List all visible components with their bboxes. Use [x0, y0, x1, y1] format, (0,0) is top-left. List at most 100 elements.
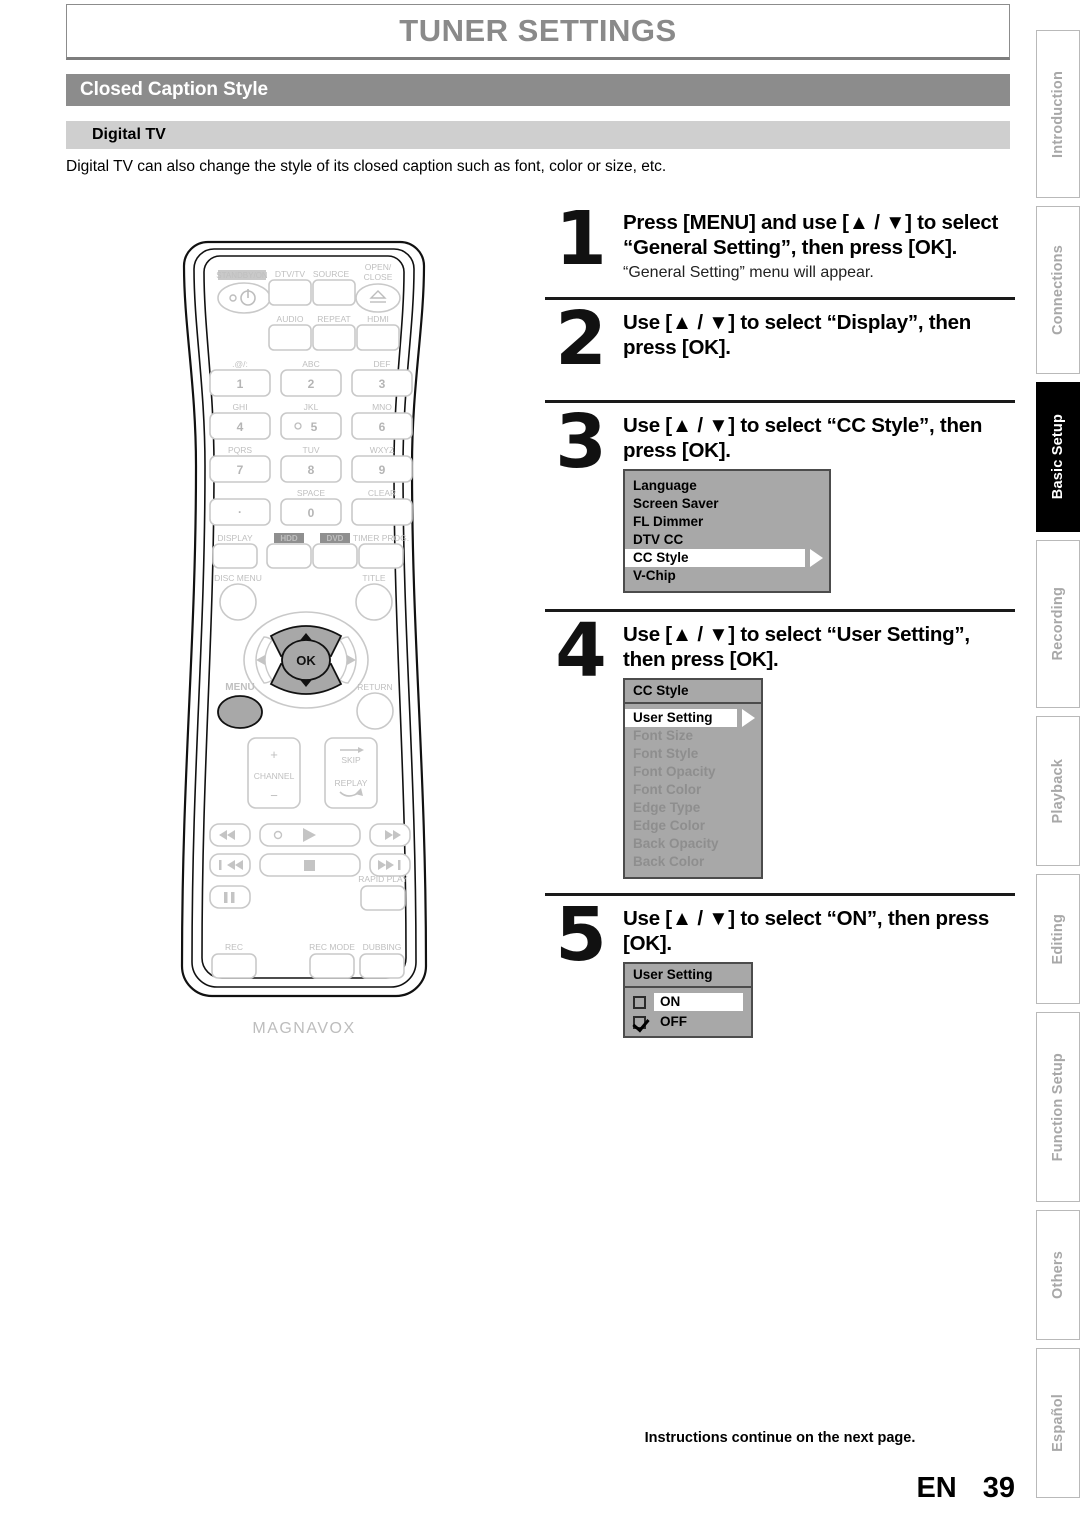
- side-tab-connections[interactable]: Connections: [1036, 206, 1080, 374]
- step-5: 5 Use [▲ / ▼] to select “ON”, then press…: [545, 896, 1015, 1038]
- svg-text:−: −: [270, 788, 278, 803]
- side-tab-espa-ol[interactable]: Español: [1036, 1348, 1080, 1498]
- svg-text:5: 5: [311, 420, 318, 434]
- svg-text:AUDIO: AUDIO: [277, 314, 304, 324]
- svg-text:HDD: HDD: [280, 534, 298, 543]
- osd-display-menu: Language Screen Saver FL Dimmer DTV CC C…: [623, 469, 831, 593]
- svg-text:MENU: MENU: [225, 682, 254, 693]
- osd-item-back-opacity: Back Opacity: [633, 836, 719, 851]
- svg-text:·: ·: [238, 505, 242, 519]
- svg-text:RETURN: RETURN: [357, 682, 392, 692]
- osd-item-v-chip[interactable]: V-Chip: [625, 567, 829, 585]
- svg-text:REC: REC: [225, 942, 243, 952]
- section-title: Closed Caption Style: [80, 79, 269, 100]
- svg-text:PQRS: PQRS: [228, 445, 252, 455]
- svg-text:TUV: TUV: [303, 445, 320, 455]
- osd-item-language[interactable]: Language: [625, 477, 829, 495]
- svg-text:GHI: GHI: [232, 402, 247, 412]
- svg-text:JKL: JKL: [304, 402, 319, 412]
- svg-text:DEF: DEF: [374, 359, 391, 369]
- svg-text:TITLE: TITLE: [362, 573, 385, 583]
- osd-cc-style-header: CC Style: [625, 680, 761, 704]
- step-5-number: 5: [555, 892, 607, 978]
- svg-text:4: 4: [237, 420, 244, 434]
- step-1-title: Press [MENU] and use [▲ / ▼] to select “…: [623, 211, 999, 259]
- side-tab-label: Playback: [1050, 758, 1066, 824]
- step-3-number: 3: [555, 399, 607, 485]
- step-4: 4 Use [▲ / ▼] to select “User Setting”, …: [545, 612, 1015, 893]
- svg-text:SOURCE: SOURCE: [313, 269, 350, 279]
- side-tab-editing[interactable]: Editing: [1036, 874, 1080, 1004]
- osd-item-fl-dimmer[interactable]: FL Dimmer: [625, 513, 829, 531]
- osd-item-user-setting-row[interactable]: User Setting: [625, 709, 761, 727]
- checkbox-unchecked-icon[interactable]: [633, 995, 646, 1009]
- svg-text:CHANNEL: CHANNEL: [254, 771, 295, 781]
- osd-item-cc-style[interactable]: CC Style: [625, 549, 805, 567]
- intro-paragraph: Digital TV can also change the style of …: [66, 158, 667, 175]
- svg-text:7: 7: [237, 463, 244, 477]
- svg-text:HDMI: HDMI: [367, 314, 389, 324]
- step-3-title: Use [▲ / ▼] to select “CC Style”, then p…: [623, 414, 983, 462]
- osd-option-on[interactable]: ON: [625, 992, 751, 1012]
- svg-text:ABC: ABC: [302, 359, 319, 369]
- page-header: TUNER SETTINGS: [66, 4, 1010, 60]
- svg-text:CLEAR: CLEAR: [368, 488, 396, 498]
- osd-item-font-style: Font Style: [633, 746, 699, 761]
- osd-option-off[interactable]: OFF: [625, 1012, 751, 1032]
- step-4-title: Use [▲ / ▼] to select “User Setting”, th…: [623, 623, 970, 671]
- side-tab-function-setup[interactable]: Function Setup: [1036, 1012, 1080, 1202]
- svg-text:WXYZ: WXYZ: [370, 445, 395, 455]
- side-tab-label: Others: [1050, 1251, 1066, 1299]
- subsection-title: Digital TV: [92, 126, 166, 143]
- osd-item-font-color: Font Color: [633, 782, 702, 797]
- svg-text:TIMER PROG.: TIMER PROG.: [353, 533, 409, 543]
- side-tab-others[interactable]: Others: [1036, 1210, 1080, 1340]
- svg-text:MNO: MNO: [372, 402, 392, 412]
- checkbox-checked-icon[interactable]: [633, 1015, 646, 1029]
- osd-item-screen-saver[interactable]: Screen Saver: [625, 495, 829, 513]
- side-tab-nav: Introduction Connections Basic Setup Record…: [1014, 30, 1080, 1498]
- subsection-bar: Digital TV: [66, 121, 1010, 149]
- svg-text:DVD: DVD: [327, 534, 344, 543]
- svg-text:RAPID PLAY: RAPID PLAY: [358, 874, 408, 884]
- svg-text:DUBBING: DUBBING: [363, 942, 402, 952]
- osd-item-edge-type: Edge Type: [633, 800, 701, 815]
- svg-text:3: 3: [379, 377, 386, 391]
- osd-item-back-color: Back Color: [633, 854, 705, 869]
- svg-text:SKIP: SKIP: [341, 755, 361, 765]
- page-title: TUNER SETTINGS: [399, 13, 677, 48]
- svg-text:0: 0: [308, 506, 315, 520]
- chevron-right-icon: [742, 709, 755, 727]
- svg-text:STANDBY/ON: STANDBY/ON: [216, 271, 268, 280]
- side-tab-playback[interactable]: Playback: [1036, 716, 1080, 866]
- section-bar: Closed Caption Style: [66, 74, 1010, 106]
- step-1-subtitle: “General Setting” menu will appear.: [623, 264, 874, 281]
- svg-text:6: 6: [379, 420, 386, 434]
- svg-text:MAGNAVOX: MAGNAVOX: [252, 1020, 355, 1037]
- side-tab-recording[interactable]: Recording: [1036, 540, 1080, 708]
- osd-item-dtv-cc[interactable]: DTV CC: [625, 531, 829, 549]
- footer-language-code: EN: [916, 1472, 957, 1504]
- footer-page-num: 39: [982, 1472, 1015, 1504]
- side-tab-label: Español: [1050, 1394, 1066, 1452]
- svg-text:REPLAY: REPLAY: [335, 778, 368, 788]
- osd-user-setting-header: User Setting: [625, 964, 751, 988]
- manual-page: TUNER SETTINGS Closed Caption Style Digi…: [0, 0, 1080, 1525]
- chevron-right-icon: [810, 549, 823, 567]
- step-1-number: 1: [555, 196, 607, 282]
- step-1: 1 Press [MENU] and use [▲ / ▼] to select…: [545, 200, 1015, 297]
- steps-column: 1 Press [MENU] and use [▲ / ▼] to select…: [545, 200, 1015, 1038]
- osd-item-font-size: Font Size: [633, 728, 693, 743]
- svg-text:+: +: [270, 747, 278, 762]
- side-tab-basic-setup[interactable]: Basic Setup: [1036, 382, 1080, 532]
- side-tab-label: Basic Setup: [1050, 414, 1066, 500]
- osd-item-cc-style-row[interactable]: CC Style: [625, 549, 829, 567]
- svg-text:CLOSE: CLOSE: [364, 272, 393, 282]
- osd-item-user-setting[interactable]: User Setting: [625, 709, 737, 727]
- osd-option-on-label: ON: [660, 994, 681, 1009]
- side-tab-introduction[interactable]: Introduction: [1036, 30, 1080, 198]
- osd-user-setting-menu: User Setting ON OFF: [623, 962, 753, 1038]
- side-tab-label: Function Setup: [1050, 1052, 1066, 1162]
- svg-text:OPEN/: OPEN/: [365, 262, 392, 272]
- step-5-title: Use [▲ / ▼] to select “ON”, then press […: [623, 907, 989, 955]
